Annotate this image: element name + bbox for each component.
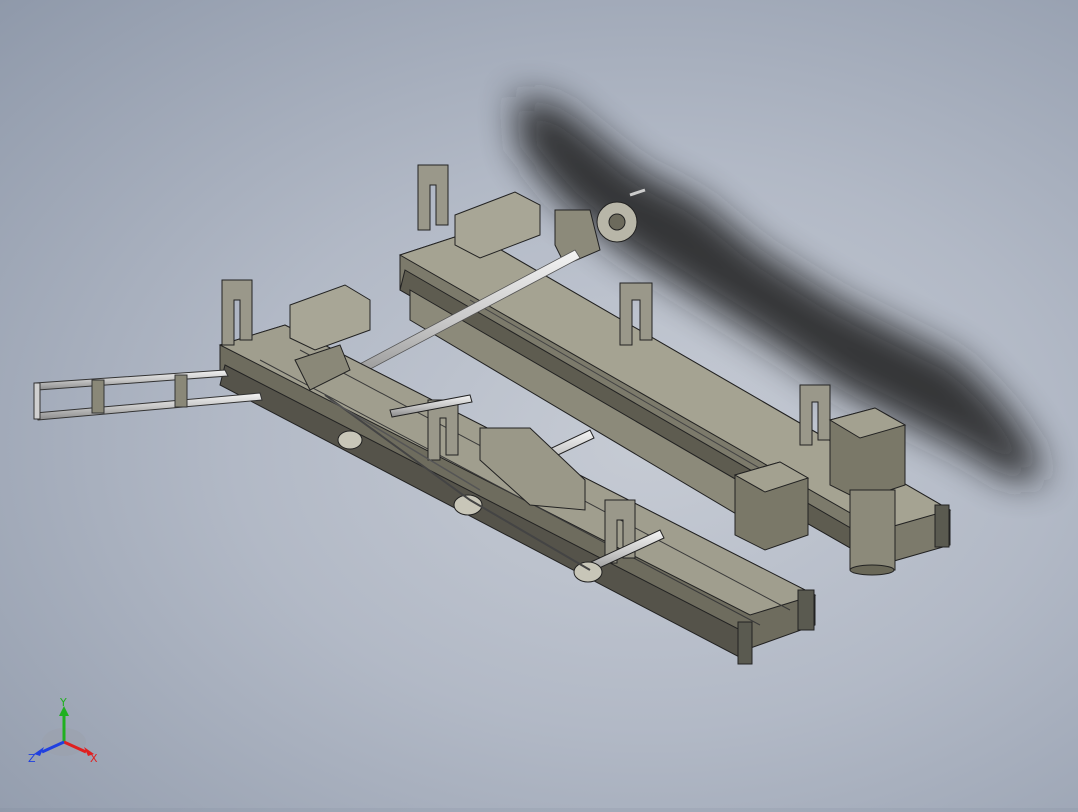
assembly-model[interactable]	[0, 0, 1078, 808]
y-axis-label: Y	[59, 696, 67, 709]
z-axis-label: Z	[28, 752, 36, 765]
x-axis-label: X	[90, 752, 98, 765]
cad-viewport[interactable]: Y X Z	[0, 0, 1078, 808]
stepper-motor-2[interactable]	[733, 461, 810, 551]
orientation-triad: Y X Z	[22, 692, 112, 772]
